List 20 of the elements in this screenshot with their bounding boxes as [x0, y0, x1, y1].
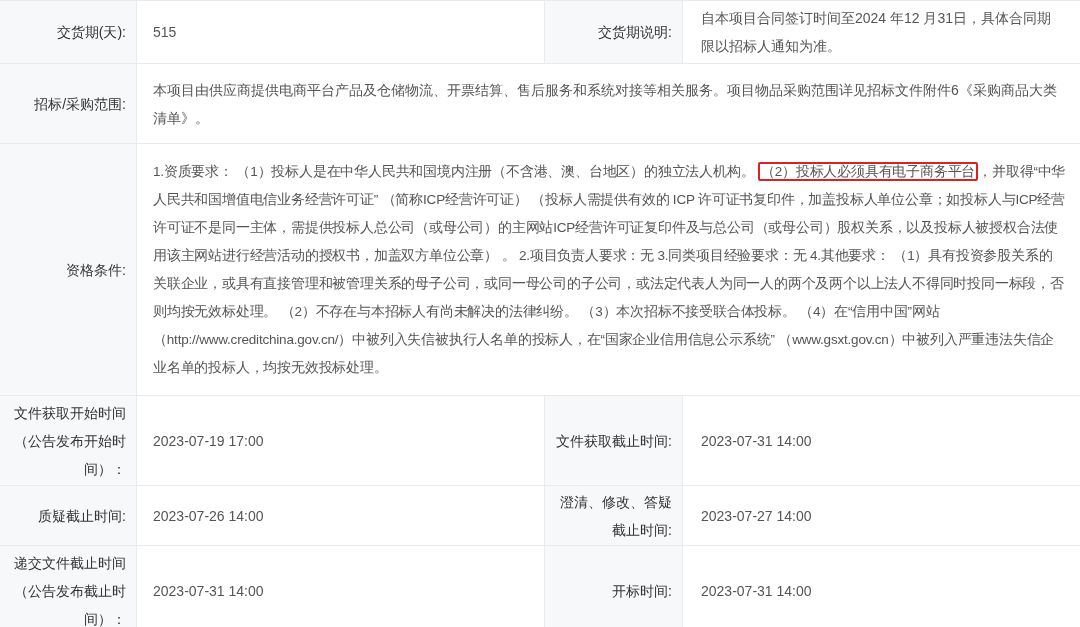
field-value: 2023-07-19 17:00	[153, 431, 264, 451]
field-label: 文件获取截止时间:	[556, 431, 672, 451]
field-value: 2023-07-31 14:00	[701, 581, 812, 601]
field-label: 开标时间:	[612, 581, 672, 601]
field-value: 自本项目合同签订时间至2024 年12 月31日，具体合同期限以招标人通知为准。	[701, 9, 1053, 56]
field-label: 交货期说明:	[598, 23, 672, 42]
field-value: 2023-07-26 14:00	[153, 506, 264, 526]
field-value: 515	[153, 23, 177, 42]
field-label: 招标/采购范围:	[34, 94, 126, 114]
field-value: 2023-07-31 14:00	[153, 581, 264, 601]
field-label: 交货期(天):	[56, 23, 126, 42]
field-value: 本项目由供应商提供电商平台产品及仓储物流、开票结算、售后服务和系统对接等相关服务。项目物品采购范围详见招标文件附件6《采购商品大类清单》。	[153, 80, 1058, 128]
qualification-text: 1.资质要求： （1）投标人是在中华人民共和国境内注册（不含港、澳、台地区）的独立法人机构。 （2）投标人必须具有电子商务平台 ，并取得“中华人民共和国增值电信业务经营许可证” （简称ICP经营许可证） （投标人需提供有效的 ICP 许可证书复印件，加盖投标人单位公章；如投标人与ICP经营许可证不是同一主体，需提供投标人总公司（或母公司）的主网站ICP经营许可证复印件及与总公司（或母公司）股权关系，以及投标人被授权合法使用该主网站进行经营活动的授权书，加盖双方单位公章） 。 2.项目负责人要求：无 3.同类项目经验要求：无 4.其他要求： （1）具有投资参股关系的关联企业，或具有直接管理和被管理关系的母子公司，或同一母公司的子公司，或法定代表人为同一人的两个及两个以上法人不得同时投同一标段，否则均按无效标处理。 （2）不存在与本招标人有尚未解决的法律纠纷。 （3）本次招标不接受联合体投标。 （4）在“信用中国”网站（http://www.creditchina.gov.cn/）中被列入失信被执行人名单的投标人，在“国家企业信用信息公示系统” （www.gsxt.gov.cn）中被列入严重违法失信企业名单的投标人，均按无效投标处理。	[153, 160, 1066, 377]
field-label: 澄清、修改、答疑截止时间:	[559, 492, 672, 540]
field-label: 资格条件:	[66, 260, 126, 280]
field-label: 文件获取开始时间（公告发布开始时间）：	[13, 403, 126, 479]
field-value: 2023-07-27 14:00	[701, 506, 812, 526]
field-label: 质疑截止时间:	[38, 506, 126, 526]
field-value: 2023-07-31 14:00	[701, 431, 812, 451]
field-label: 递交文件截止时间（公告发布截止时间）：	[13, 553, 126, 627]
